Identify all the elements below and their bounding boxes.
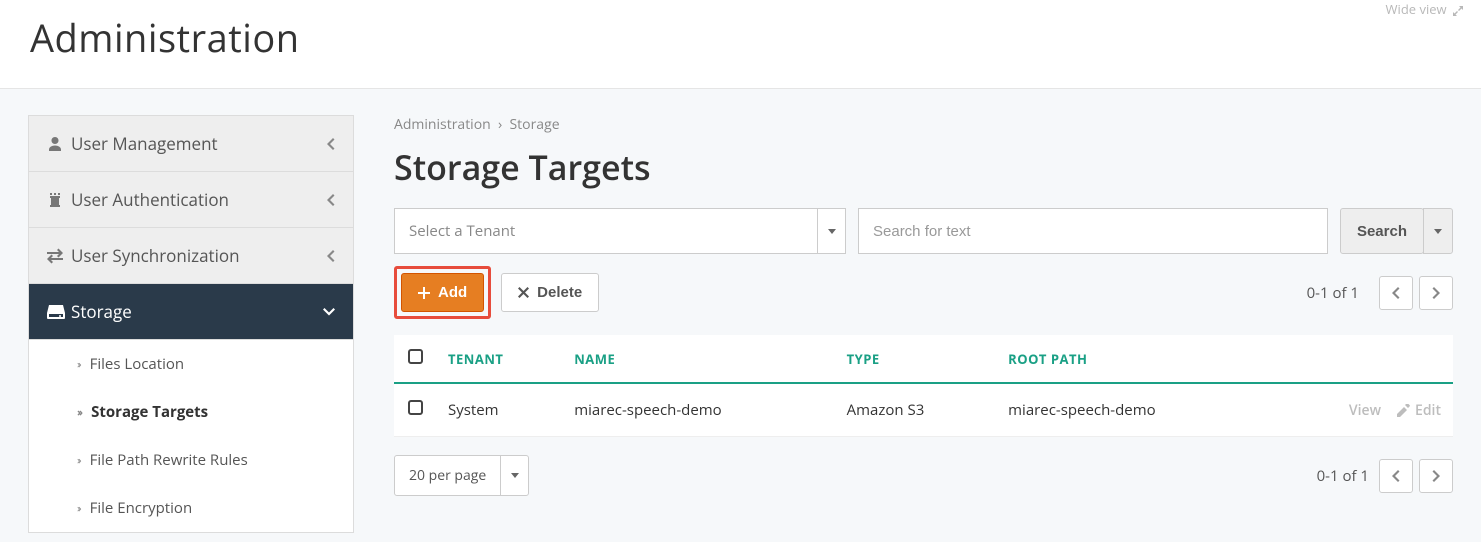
cell-tenant: System (436, 383, 562, 437)
chevron-left-icon (1392, 470, 1400, 482)
expand-icon (1453, 6, 1463, 16)
tenant-select[interactable]: Select a Tenant (394, 208, 846, 254)
add-button[interactable]: Add (401, 273, 484, 312)
search-button-label: Search (1357, 223, 1407, 240)
subitem-label: Storage Targets (91, 402, 208, 422)
cell-name: miarec-speech-demo (562, 383, 834, 437)
chevron-down-icon (323, 308, 335, 316)
user-icon (47, 136, 71, 152)
sidebar-item-user-authentication[interactable]: User Authentication (29, 172, 353, 228)
col-name[interactable]: NAME (562, 335, 834, 383)
col-tenant[interactable]: TENANT (436, 335, 562, 383)
breadcrumb: Administration › Storage (394, 115, 1453, 134)
plus-icon (418, 287, 430, 299)
delete-button-label: Delete (537, 284, 582, 301)
per-page-select[interactable]: 20 per page (394, 455, 529, 496)
chevron-left-icon (327, 138, 335, 150)
double-chevron-icon: ›› (77, 453, 80, 468)
storage-targets-table: TENANT NAME TYPE ROOT PATH System miarec… (394, 335, 1453, 437)
wide-view-label: Wide view (1386, 0, 1447, 18)
delete-button[interactable]: Delete (501, 273, 599, 312)
add-button-highlight: Add (394, 266, 491, 319)
next-page-button-bottom[interactable] (1419, 459, 1453, 493)
sidebar-item-label: User Authentication (71, 188, 327, 211)
caret-down-icon (828, 229, 836, 234)
breadcrumb-admin[interactable]: Administration (394, 115, 491, 134)
sidebar-item-user-management[interactable]: User Management (29, 116, 353, 172)
col-root[interactable]: ROOT PATH (996, 335, 1268, 383)
sidebar-item-label: Storage (71, 300, 323, 323)
double-chevron-icon: ›› (77, 357, 80, 372)
edit-link[interactable]: Edit (1397, 401, 1441, 420)
per-page-value: 20 per page (395, 456, 500, 495)
col-type[interactable]: TYPE (835, 335, 997, 383)
add-button-label: Add (438, 284, 467, 301)
chevron-left-icon (1392, 287, 1400, 299)
sidebar-item-storage[interactable]: Storage (29, 284, 353, 340)
caret-down-icon (1434, 229, 1442, 234)
page-info-bottom: 0-1 of 1 (1317, 466, 1369, 486)
wide-view-toggle[interactable]: Wide view (1386, 0, 1463, 18)
sidebar-item-label: User Synchronization (71, 244, 327, 267)
chevron-left-icon (327, 194, 335, 206)
subitem-label: File Encryption (90, 498, 193, 518)
page-info-top: 0-1 of 1 (1307, 283, 1359, 303)
subitem-files-location[interactable]: ›› Files Location (29, 340, 353, 388)
prev-page-button[interactable] (1379, 276, 1413, 310)
subitem-storage-targets[interactable]: ›› Storage Targets (29, 388, 353, 436)
tower-icon (47, 192, 71, 208)
next-page-button[interactable] (1419, 276, 1453, 310)
row-checkbox[interactable] (408, 400, 423, 415)
table-row[interactable]: System miarec-speech-demo Amazon S3 miar… (394, 383, 1453, 437)
view-link[interactable]: View (1349, 401, 1381, 420)
search-button[interactable]: Search (1340, 208, 1424, 254)
search-input[interactable] (858, 208, 1328, 254)
double-chevron-icon: ›› (77, 405, 81, 420)
sidebar-item-user-synchronization[interactable]: User Synchronization (29, 228, 353, 284)
cell-type: Amazon S3 (835, 383, 997, 437)
subitem-file-path-rewrite-rules[interactable]: ›› File Path Rewrite Rules (29, 436, 353, 484)
main-content: Administration › Storage Storage Targets… (394, 115, 1453, 496)
select-all-checkbox[interactable] (408, 349, 423, 364)
edit-icon (1397, 404, 1410, 417)
subitem-label: File Path Rewrite Rules (90, 450, 248, 470)
chevron-right-icon (1432, 287, 1440, 299)
caret-down-icon (511, 473, 519, 478)
cell-root: miarec-speech-demo (996, 383, 1268, 437)
sidebar-subitems: ›› Files Location ›› Storage Targets ›› … (29, 340, 353, 532)
per-page-toggle[interactable] (500, 456, 528, 495)
hdd-icon (47, 305, 71, 319)
close-icon (518, 287, 529, 298)
subitem-label: Files Location (90, 354, 185, 374)
subitem-file-encryption[interactable]: ›› File Encryption (29, 484, 353, 532)
chevron-left-icon (327, 250, 335, 262)
sidebar: User Management User Authentication User… (28, 115, 354, 533)
chevron-right-icon (1432, 470, 1440, 482)
tenant-select-toggle[interactable] (817, 209, 845, 253)
double-chevron-icon: ›› (77, 501, 80, 516)
sync-icon (47, 248, 71, 264)
sidebar-item-label: User Management (71, 132, 327, 155)
breadcrumb-storage: Storage (510, 115, 560, 134)
main-title: Storage Targets (394, 144, 1453, 190)
tenant-select-value: Select a Tenant (395, 209, 817, 253)
prev-page-button-bottom[interactable] (1379, 459, 1413, 493)
search-dropdown-button[interactable] (1423, 208, 1453, 254)
page-title: Administration (30, 12, 1451, 64)
